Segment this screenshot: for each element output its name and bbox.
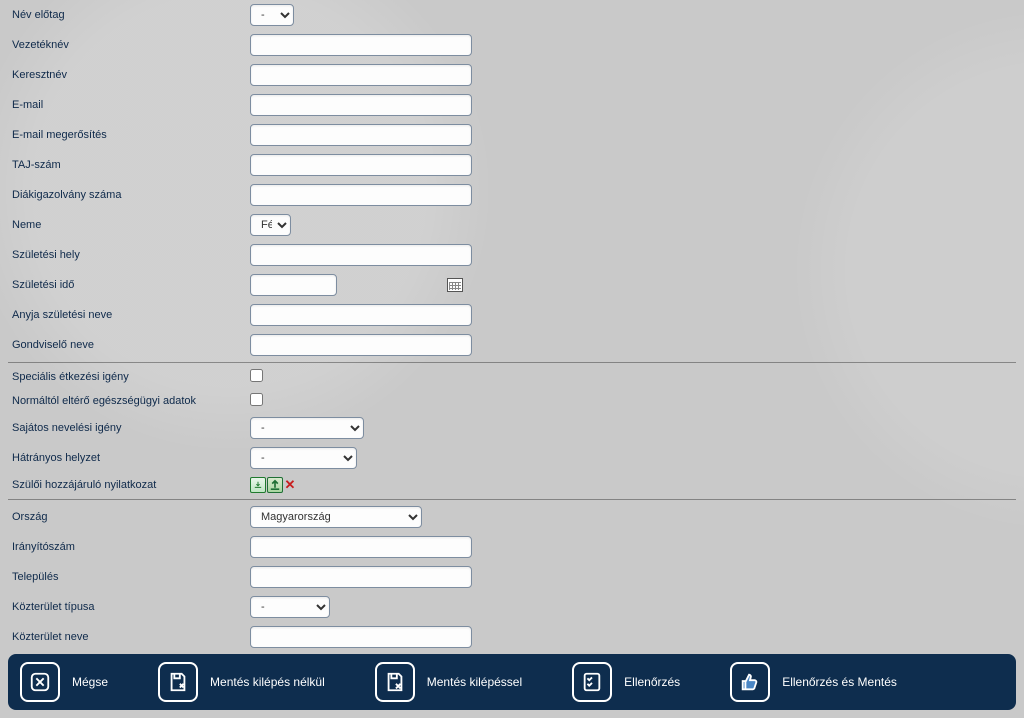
label-birth-date: Születési idő: [8, 279, 250, 291]
mother-name-input[interactable]: [250, 304, 472, 326]
label-birth-place: Születési hely: [8, 249, 250, 261]
label-special-education: Sajátos nevelési igény: [8, 422, 250, 434]
label-guardian-name: Gondviselő neve: [8, 339, 250, 351]
email-input[interactable]: [250, 94, 472, 116]
check-save-button[interactable]: Ellenőrzés és Mentés: [730, 662, 897, 702]
check-button[interactable]: Ellenőrzés: [572, 662, 680, 702]
birth-place-input[interactable]: [250, 244, 472, 266]
label-student-card: Diákigazolvány száma: [8, 189, 250, 201]
special-diet-checkbox[interactable]: [250, 369, 263, 382]
label-taj: TAJ-szám: [8, 159, 250, 171]
label-postal-code: Irányítószám: [8, 541, 250, 553]
name-prefix-select[interactable]: -: [250, 4, 294, 26]
label-email-confirm: E-mail megerősítés: [8, 129, 250, 141]
health-data-checkbox[interactable]: [250, 393, 263, 406]
save-noexit-button[interactable]: Mentés kilépés nélkül: [158, 662, 325, 702]
postal-code-input[interactable]: [250, 536, 472, 558]
cancel-icon: [20, 662, 60, 702]
first-name-input[interactable]: [250, 64, 472, 86]
label-parental-consent: Szülői hozzájáruló nyilatkozat: [8, 479, 250, 491]
thumbs-up-icon: [730, 662, 770, 702]
guardian-name-input[interactable]: [250, 334, 472, 356]
save-noexit-label: Mentés kilépés nélkül: [210, 675, 325, 689]
special-education-select[interactable]: -: [250, 417, 364, 439]
street-name-input[interactable]: [250, 626, 472, 648]
birth-date-input[interactable]: [250, 274, 337, 296]
student-card-input[interactable]: [250, 184, 472, 206]
section-divider-2: [8, 499, 1016, 500]
upload-icon[interactable]: [267, 477, 283, 493]
cancel-button[interactable]: Mégse: [20, 662, 108, 702]
save-exit-button[interactable]: Mentés kilépéssel: [375, 662, 522, 702]
label-last-name: Vezetéknév: [8, 39, 250, 51]
last-name-input[interactable]: [250, 34, 472, 56]
checklist-icon: [572, 662, 612, 702]
cancel-label: Mégse: [72, 675, 108, 689]
footer-bar: Mégse Mentés kilépés nélkül Mentés kilép…: [8, 654, 1016, 710]
download-icon[interactable]: [250, 477, 266, 493]
label-gender: Neme: [8, 219, 250, 231]
save-exit-label: Mentés kilépéssel: [427, 675, 522, 689]
disadvantage-select[interactable]: -: [250, 447, 357, 469]
save-exit-icon: [375, 662, 415, 702]
city-input[interactable]: [250, 566, 472, 588]
street-type-select[interactable]: -: [250, 596, 330, 618]
label-mother-name: Anyja születési neve: [8, 309, 250, 321]
delete-icon[interactable]: ✕: [284, 478, 296, 492]
section-divider-1: [8, 362, 1016, 363]
country-select[interactable]: Magyarország: [250, 506, 422, 528]
check-label: Ellenőrzés: [624, 675, 680, 689]
taj-input[interactable]: [250, 154, 472, 176]
calendar-icon[interactable]: [447, 278, 463, 292]
label-name-prefix: Név előtag: [8, 9, 250, 21]
label-health-data: Normáltól eltérő egészségügyi adatok: [8, 395, 250, 407]
check-save-label: Ellenőrzés és Mentés: [782, 675, 897, 689]
label-first-name: Keresztnév: [8, 69, 250, 81]
gender-select[interactable]: Férfi: [250, 214, 291, 236]
label-special-diet: Speciális étkezési igény: [8, 371, 250, 383]
label-country: Ország: [8, 511, 250, 523]
label-street-name: Közterület neve: [8, 631, 250, 643]
label-street-type: Közterület típusa: [8, 601, 250, 613]
save-edit-icon: [158, 662, 198, 702]
label-email: E-mail: [8, 99, 250, 111]
label-city: Település: [8, 571, 250, 583]
label-disadvantage: Hátrányos helyzet: [8, 452, 250, 464]
form-area: Név előtag - Vezetéknév Keresztnév E-mai…: [0, 0, 1024, 645]
email-confirm-input[interactable]: [250, 124, 472, 146]
